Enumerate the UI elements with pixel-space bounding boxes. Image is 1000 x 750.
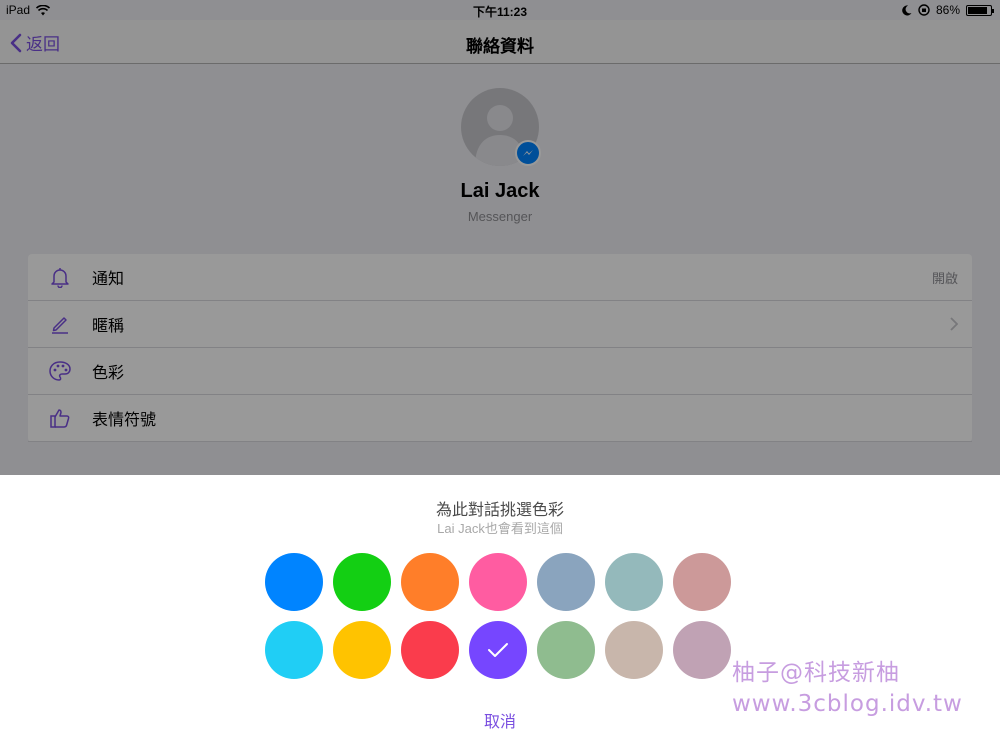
color-swatch[interactable] <box>537 553 595 611</box>
watermark: 柚子@科技新柚 www.3cblog.idv.tw <box>732 653 963 717</box>
color-swatch-grid <box>265 553 745 689</box>
color-swatch[interactable] <box>537 621 595 679</box>
color-swatch[interactable] <box>673 553 731 611</box>
modal-backdrop[interactable] <box>0 0 1000 475</box>
color-sheet-title: 為此對話挑選色彩 <box>435 502 564 519</box>
color-swatch[interactable] <box>605 553 663 611</box>
swatch-row <box>265 621 745 679</box>
watermark-line-1: 柚子@科技新柚 <box>732 660 900 686</box>
color-swatch[interactable] <box>605 621 663 679</box>
watermark-line-2: www.3cblog.idv.tw <box>732 691 963 717</box>
checkmark-icon <box>488 643 508 657</box>
color-swatch[interactable] <box>469 621 527 679</box>
color-swatch[interactable] <box>265 553 323 611</box>
color-swatch[interactable] <box>401 553 459 611</box>
color-swatch[interactable] <box>333 553 391 611</box>
color-swatch[interactable] <box>265 621 323 679</box>
color-swatch[interactable] <box>333 621 391 679</box>
color-swatch[interactable] <box>401 621 459 679</box>
color-sheet-subtitle: Lai Jack也會看到這個 <box>437 521 563 536</box>
color-swatch[interactable] <box>673 621 731 679</box>
swatch-row <box>265 553 745 611</box>
color-swatch[interactable] <box>469 553 527 611</box>
